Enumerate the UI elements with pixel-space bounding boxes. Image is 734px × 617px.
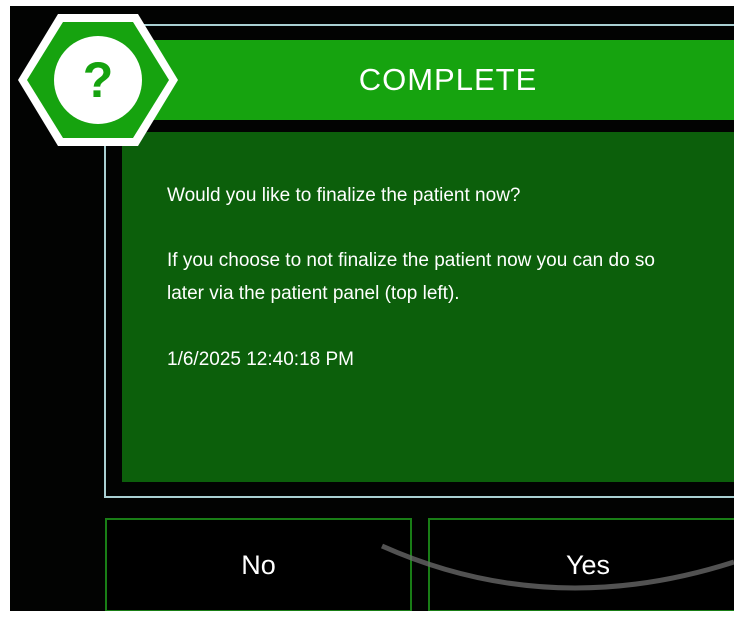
question-mark-glyph: ? (83, 52, 114, 108)
dialog-message-panel: Would you like to finalize the patient n… (122, 132, 734, 482)
no-button[interactable]: No (105, 518, 412, 611)
dialog-title-bar: COMPLETE (122, 40, 734, 120)
yes-button-label: Yes (565, 550, 611, 580)
dialog-title: COMPLETE (358, 62, 538, 97)
no-button-label: No (241, 550, 276, 580)
question-hexagon-icon: ? (18, 14, 178, 146)
yes-button[interactable]: Yes (428, 518, 734, 611)
app-screen: COMPLETE Would you like to finalize the … (10, 6, 734, 611)
dialog-question: Would you like to finalize the patient n… (167, 185, 521, 206)
dialog-timestamp: 1/6/2025 12:40:18 PM (167, 349, 354, 370)
dialog-explanation: If you choose to not finalize the patien… (167, 250, 655, 304)
